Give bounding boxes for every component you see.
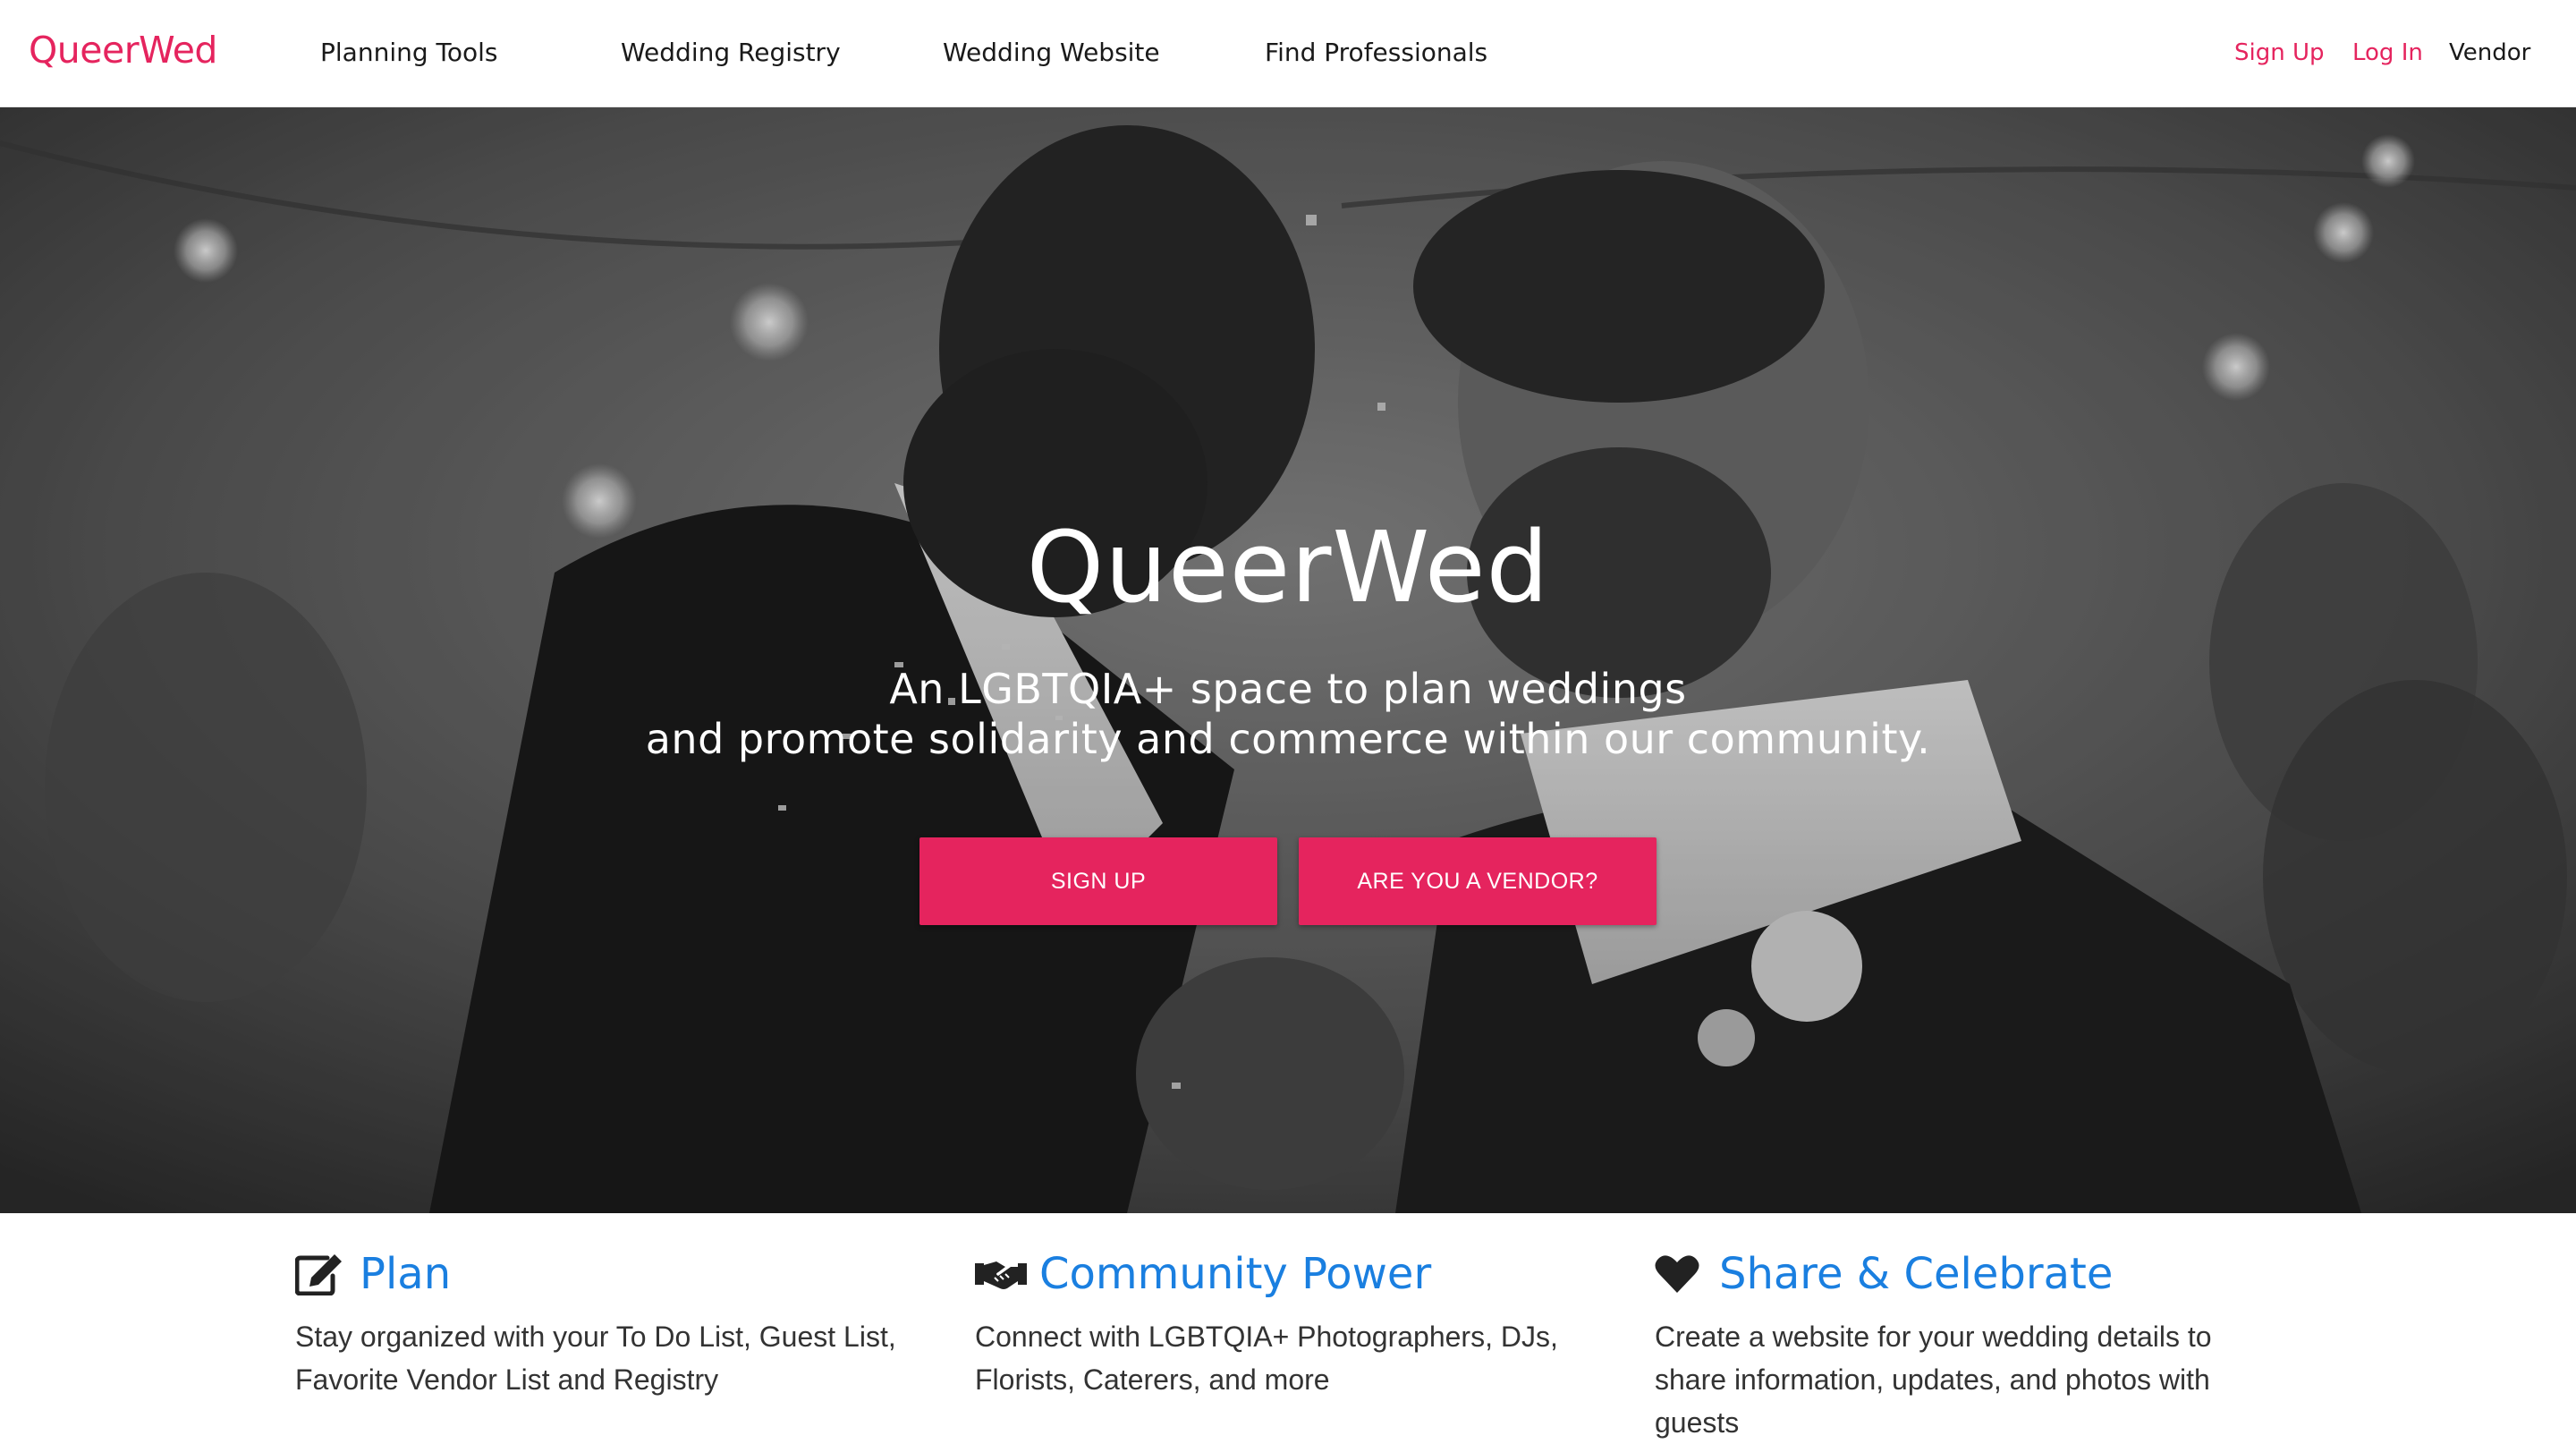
feature-plan-title: Plan: [360, 1249, 452, 1299]
nav-planning-tools[interactable]: Planning Tools: [320, 38, 498, 67]
nav-wedding-registry[interactable]: Wedding Registry: [621, 38, 841, 67]
hero-vendor-button[interactable]: ARE YOU A VENDOR?: [1299, 837, 1657, 925]
sign-up-link[interactable]: Sign Up: [2234, 39, 2325, 66]
hero-sign-up-button[interactable]: SIGN UP: [919, 837, 1277, 925]
feature-plan-heading: Plan: [295, 1245, 921, 1303]
handshake-icon: [975, 1252, 1027, 1296]
heart-icon: [1655, 1252, 1707, 1296]
feature-share-celebrate-heading: Share & Celebrate: [1655, 1245, 2281, 1303]
hero-section: QueerWed An LGBTQIA+ space to plan weddi…: [0, 107, 2576, 1213]
feature-community-power-text: Connect with LGBTQIA+ Photographers, DJs…: [975, 1321, 1558, 1396]
feature-community-power-heading: Community Power: [975, 1245, 1601, 1303]
hero-tagline-line-2: and promote solidarity and commerce with…: [645, 715, 1931, 763]
vendor-link[interactable]: Vendor: [2449, 39, 2530, 66]
hero-tagline: An LGBTQIA+ space to plan weddings and p…: [0, 664, 2576, 764]
brand-logo-link[interactable]: QueerWed: [29, 29, 217, 72]
feature-share-celebrate-title: Share & Celebrate: [1719, 1249, 2114, 1299]
feature-community-power-title: Community Power: [1039, 1249, 1432, 1299]
feature-community-power: Community Power Connect with LGBTQIA+ Ph…: [975, 1245, 1601, 1401]
nav-find-professionals[interactable]: Find Professionals: [1265, 38, 1487, 67]
top-navbar: QueerWed Planning Tools Wedding Registry…: [0, 0, 2576, 107]
feature-plan-text: Stay organized with your To Do List, Gue…: [295, 1321, 896, 1396]
hero-tagline-line-1: An LGBTQIA+ space to plan weddings: [889, 665, 1687, 713]
nav-wedding-website[interactable]: Wedding Website: [943, 38, 1160, 67]
feature-plan: Plan Stay organized with your To Do List…: [295, 1245, 921, 1401]
feature-share-celebrate: Share & Celebrate Create a website for y…: [1655, 1245, 2281, 1444]
feature-share-celebrate-text: Create a website for your wedding detail…: [1655, 1321, 2212, 1439]
hero-dark-overlay: [0, 107, 2576, 1213]
log-in-link[interactable]: Log In: [2352, 39, 2423, 66]
edit-icon: [295, 1252, 347, 1296]
hero-title: QueerWed: [1026, 510, 1550, 624]
